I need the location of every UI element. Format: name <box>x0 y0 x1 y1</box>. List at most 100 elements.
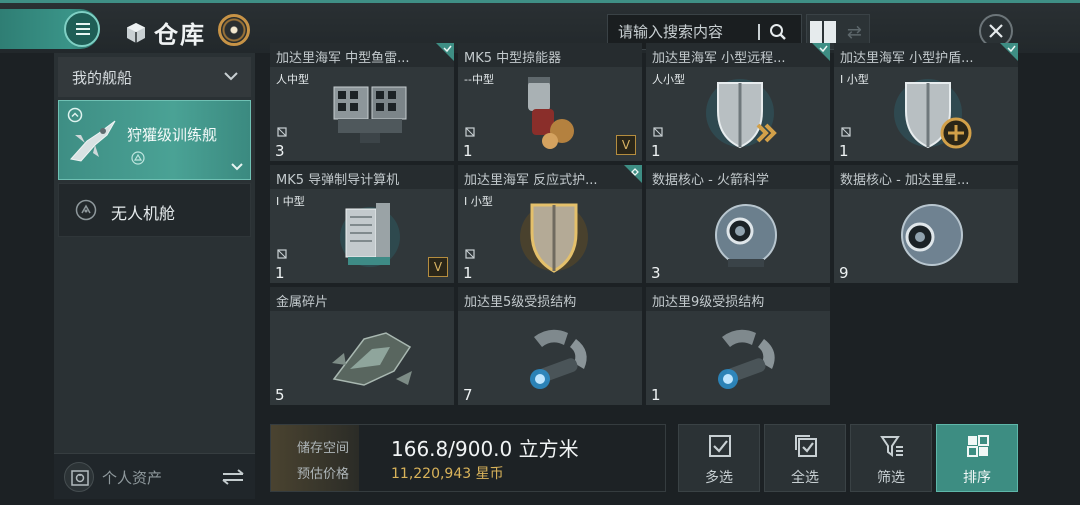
sort-button[interactable]: 排序 <box>936 424 1018 492</box>
item-card[interactable]: 数据核心 - 火箭科学 3 <box>646 165 830 283</box>
ship-icon <box>70 120 116 162</box>
item-card[interactable]: 数据核心 - 加达里星... 9 <box>834 165 1018 283</box>
estimated-price-value: 11,220,943 星币 <box>391 466 504 482</box>
item-size: I 小型 <box>840 73 869 86</box>
corner-flag-icon <box>812 43 830 61</box>
meta-level-badge: V <box>428 257 448 277</box>
corner-flag-icon <box>436 43 454 61</box>
item-card[interactable]: 加达里海军 反应式护... I 小型 1 <box>458 165 642 283</box>
item-name: 加达里海军 小型远程... <box>646 43 830 67</box>
title-group: 仓库 <box>124 15 206 50</box>
item-quantity: 3 <box>651 264 661 282</box>
volume-icon <box>841 127 851 137</box>
volume-icon <box>653 127 663 137</box>
personal-assets-bar[interactable]: 个人资产 <box>54 453 255 499</box>
item-size: 人中型 <box>276 73 309 86</box>
volume-icon <box>277 249 287 259</box>
fitting-badge-icon <box>131 151 145 165</box>
item-size: I 中型 <box>276 195 305 208</box>
item-card[interactable]: 加达里海军 小型远程... 人小型 1 <box>646 43 830 161</box>
ship-name: 狩獾级训练舰 <box>127 126 218 144</box>
grid-view-icon <box>810 21 837 43</box>
item-card[interactable]: 加达里9级受损结构 1 <box>646 287 830 405</box>
item-quantity: 1 <box>651 386 661 404</box>
personal-assets-label: 个人资产 <box>102 469 163 487</box>
drone-bay-item[interactable]: 无人机舱 <box>58 183 251 237</box>
datacore-icon <box>715 204 777 267</box>
drone-bay-icon <box>75 199 97 221</box>
item-card[interactable]: 加达里5级受损结构 7 <box>458 287 642 405</box>
select-all-label: 全选 <box>791 470 819 486</box>
item-quantity: 1 <box>651 142 661 160</box>
page-title: 仓库 <box>154 21 206 49</box>
storage-panel: 储存空间 预估价格 166.8/900.0 立方米 11,220,943 星币 <box>270 424 666 492</box>
item-quantity: 3 <box>275 142 285 160</box>
energy-neutralizer-icon <box>528 77 574 149</box>
item-name: 加达里9级受损结构 <box>646 287 830 311</box>
item-card[interactable]: MK5 导弹制导计算机 I 中型 1 V <box>270 165 454 283</box>
multi-select-button[interactable]: 多选 <box>678 424 760 492</box>
item-card[interactable]: 加达里海军 中型鱼雷... 人中型 3 <box>270 43 454 161</box>
shield-extender-icon <box>894 79 972 149</box>
item-quantity: 5 <box>275 386 285 404</box>
item-name: 数据核心 - 火箭科学 <box>646 165 830 189</box>
volume-icon <box>465 249 475 259</box>
close-icon <box>989 24 1003 38</box>
reactive-armor-icon <box>520 203 588 273</box>
ship-item-selected[interactable]: 狩獾级训练舰 <box>58 100 251 180</box>
sidebar: 我的舰船 狩獾级训练舰 无人机舱 个人资产 <box>54 53 255 499</box>
item-card[interactable]: MK5 中型掠能器 --中型 1 V <box>458 43 642 161</box>
item-quantity: 7 <box>463 386 473 404</box>
item-name: MK5 中型掠能器 <box>458 43 642 67</box>
item-name: 加达里5级受损结构 <box>458 287 642 311</box>
item-name: 数据核心 - 加达里星... <box>834 165 1018 189</box>
currency-badge-icon[interactable] <box>218 14 250 46</box>
menu-icon <box>64 11 100 47</box>
cube-icon <box>127 22 145 43</box>
my-ships-header[interactable]: 我的舰船 <box>58 57 251 97</box>
damaged-structure-icon <box>530 329 587 389</box>
select-all-button[interactable]: 全选 <box>764 424 846 492</box>
damaged-structure-icon <box>718 329 775 389</box>
datacore-icon <box>901 204 963 266</box>
sort-label: 排序 <box>963 470 991 486</box>
menu-button[interactable] <box>0 9 100 49</box>
item-quantity: 1 <box>463 264 473 282</box>
item-quantity: 9 <box>839 264 849 282</box>
filter-button[interactable]: 筛选 <box>850 424 932 492</box>
safe-icon <box>64 462 94 492</box>
item-quantity: 1 <box>839 142 849 160</box>
guidance-computer-icon <box>340 203 400 267</box>
my-ships-label: 我的舰船 <box>72 68 133 87</box>
item-card[interactable]: 加达里海军 小型护盾... I 小型 1 <box>834 43 1018 161</box>
item-name: 加达里海军 小型护盾... <box>834 43 1018 67</box>
volume-icon <box>277 127 287 137</box>
item-grid: 加达里海军 中型鱼雷... 人中型 3 MK5 中型掠能器 --中型 1 V 加… <box>270 43 1020 411</box>
transfer-icon <box>222 469 244 485</box>
item-name: 加达里海军 反应式护... <box>458 165 642 189</box>
multi-select-label: 多选 <box>705 470 733 486</box>
storage-space-label: 储存空间 <box>297 441 350 456</box>
item-name: 金属碎片 <box>270 287 454 311</box>
search-input[interactable] <box>608 23 758 41</box>
chevron-down-icon <box>224 72 238 81</box>
item-card[interactable]: 金属碎片 5 <box>270 287 454 405</box>
item-size: 人小型 <box>652 73 685 86</box>
select-all-icon <box>795 435 817 457</box>
item-quantity: 1 <box>463 142 473 160</box>
item-quantity: 1 <box>275 264 285 282</box>
meta-level-badge: V <box>616 135 636 155</box>
item-name: MK5 导弹制导计算机 <box>270 165 454 189</box>
checkbox-icon <box>709 435 731 457</box>
shield-booster-icon <box>706 79 777 149</box>
expand-chevron-icon[interactable] <box>230 161 244 173</box>
corner-flag-icon <box>1000 43 1018 61</box>
filter-icon <box>880 436 903 457</box>
item-size: I 小型 <box>464 195 493 208</box>
corner-diamond-icon <box>624 165 642 183</box>
estimated-price-label: 预估价格 <box>297 467 350 482</box>
torpedo-launcher-icon <box>333 86 407 143</box>
swap-icon: ⇄ <box>846 21 863 43</box>
filter-label: 筛选 <box>877 470 905 486</box>
drone-bay-label: 无人机舱 <box>111 204 176 223</box>
